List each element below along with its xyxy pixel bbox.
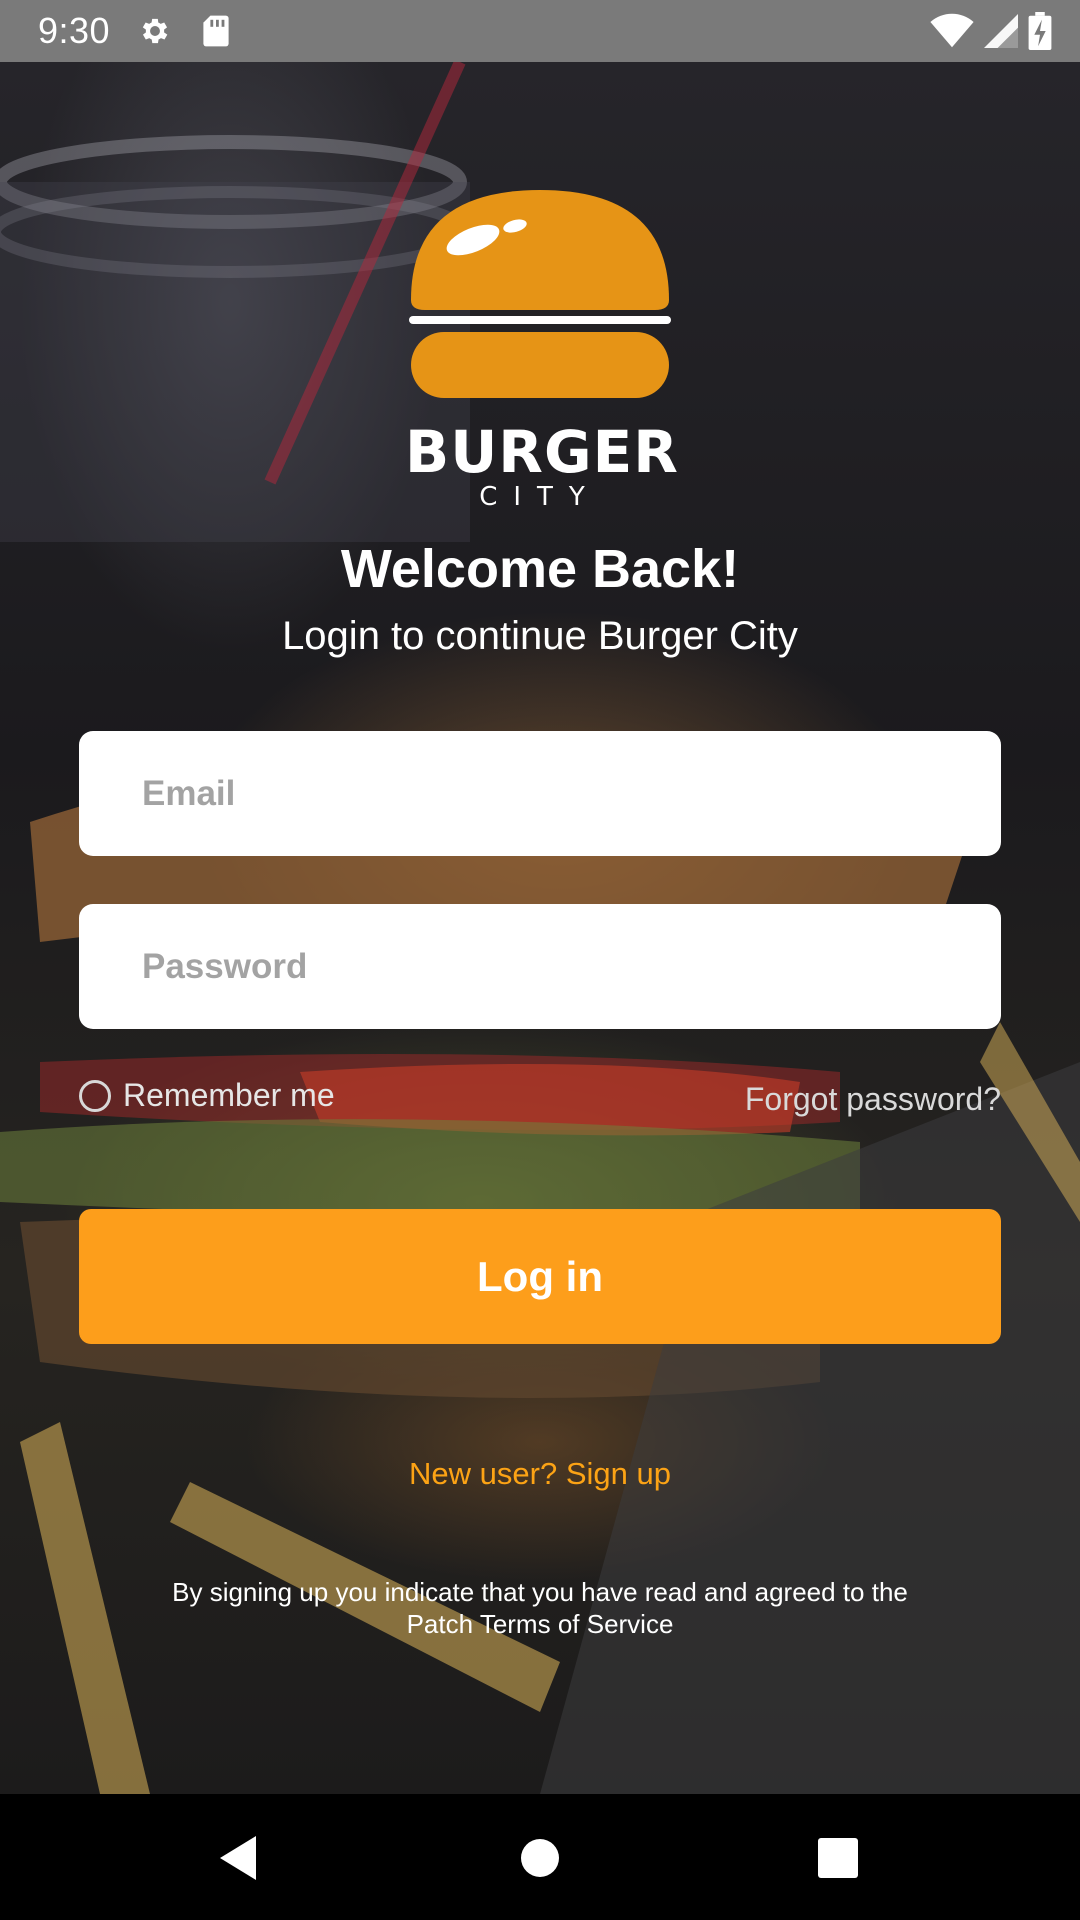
logo-subtitle: CITY [479, 482, 601, 512]
back-icon[interactable] [216, 1834, 260, 1887]
home-icon[interactable] [520, 1834, 560, 1887]
battery-charging-icon [1028, 12, 1052, 55]
email-field[interactable] [79, 731, 1001, 856]
app-logo: BURGER CITY [405, 190, 678, 512]
password-field[interactable] [79, 904, 1001, 1029]
page-title: Welcome Back! [340, 539, 740, 599]
remember-me-toggle[interactable]: Remember me [79, 1077, 335, 1114]
status-bar: 9:30 [0, 0, 1080, 62]
system-nav-bar [0, 1794, 1080, 1920]
recents-icon[interactable] [818, 1834, 858, 1887]
terms-line-1: By signing up you indicate that you have… [172, 1577, 908, 1607]
terms-text: By signing up you indicate that you have… [140, 1576, 940, 1640]
logo-wordmark: BURGER [405, 418, 679, 486]
sd-card-icon [202, 14, 230, 53]
wifi-icon [930, 13, 974, 54]
gear-icon [138, 14, 172, 53]
remember-me-label: Remember me [123, 1077, 335, 1113]
login-button[interactable]: Log in [79, 1209, 1001, 1344]
terms-of-service-link[interactable]: Patch Terms of Service [140, 1608, 940, 1640]
page-subtitle: Login to continue Burger City [282, 614, 798, 658]
burger-logo-icon [409, 190, 671, 398]
forgot-password-link[interactable]: Forgot password? [745, 1081, 1001, 1118]
signup-link[interactable]: New user? Sign up [0, 1456, 1080, 1492]
status-time: 9:30 [38, 10, 111, 51]
signal-icon [984, 13, 1018, 54]
remember-me-radio[interactable] [79, 1079, 111, 1112]
